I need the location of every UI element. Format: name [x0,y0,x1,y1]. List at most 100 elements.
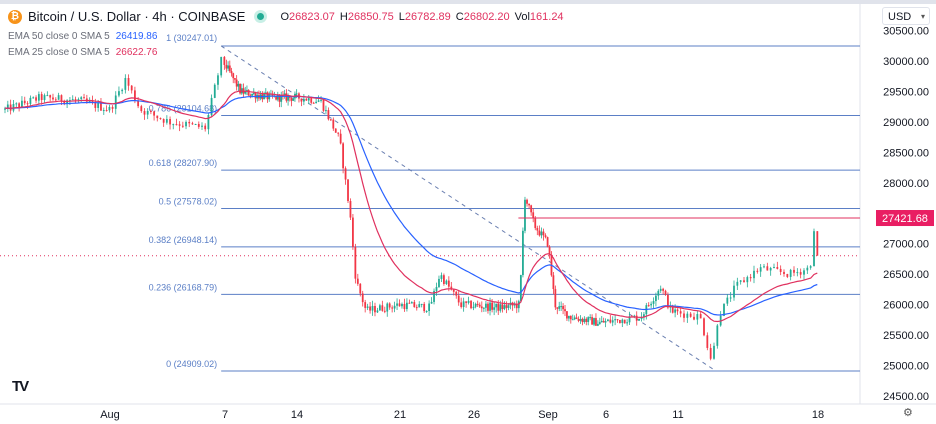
candle-body [438,278,440,287]
candle-body [562,306,564,310]
candle-body [591,317,593,325]
candle-body [495,303,498,308]
candle-body [769,267,772,271]
candle-body [485,303,487,308]
indicator-ema25[interactable]: EMA 25 close 0 SMA 5 26622.76 [8,47,157,58]
candle-body [23,100,26,104]
candle-body [638,318,641,321]
candle-body [626,322,629,324]
candle-body [489,302,491,311]
x-tick-label: 11 [672,409,683,421]
candle-body [60,95,63,102]
candle-body [709,347,712,359]
candle-body [191,123,194,125]
candle-body [532,212,535,218]
ohlc-value: 26850.75 [347,10,394,23]
candle-body [497,303,500,311]
bitcoin-icon: ₿ [8,9,22,24]
candle-body [583,318,586,323]
candle-body [558,306,561,309]
candle-body [401,303,403,307]
candle-body [383,310,386,312]
candle-body [114,95,117,109]
candle-body [577,318,580,321]
currency-label: USD [888,11,912,23]
candle-body [105,110,108,112]
candle-body [329,119,332,121]
candle-body [235,79,238,87]
candle-body [317,100,320,102]
candle-body [596,323,599,326]
candle-body [816,231,819,256]
candle-body [352,217,354,247]
candle-body [359,283,362,294]
ohlc-key: H [339,10,348,23]
candle-body [290,97,293,101]
candle-body [188,121,191,124]
candle-body [491,302,493,310]
candle-body [292,98,295,101]
candle-body [225,64,228,69]
candle-body [443,275,445,284]
candle-body [57,95,60,100]
candle-body [501,304,504,310]
candle-body [571,319,574,321]
indicator-label: EMA 25 close 0 SMA 5 [8,47,110,58]
indicator-ema50[interactable]: EMA 50 close 0 SMA 5 26419.86 [8,31,157,42]
chevron-down-icon: ▾ [920,12,925,21]
candle-body [776,267,779,269]
candle-body [127,78,130,86]
candle-body [320,99,322,101]
candle-body [181,125,184,127]
candle-body [108,106,111,111]
candle-body [652,301,655,304]
candle-body [46,95,49,97]
x-tick-label: 7 [222,409,228,421]
candle-body [130,85,133,91]
candle-body [799,272,802,275]
settings-icon[interactable]: ⚙ [903,406,913,419]
chart-window: 30500.00 30000.00 29500.00 29000.00 28500.00… [0,0,936,424]
ohlc-value: 26802.20 [463,10,510,23]
candle-body [12,104,15,111]
candle-body [252,93,255,95]
currency-select[interactable]: USD ▾ [882,7,930,25]
candle-body [37,94,40,101]
candle-body [693,316,695,320]
tradingview-logo[interactable]: TV [12,378,29,395]
candle-body [803,270,805,275]
candle-body [237,83,240,87]
candle-body [220,56,223,76]
candle-body [763,266,765,268]
candle-body [499,304,502,311]
candle-body [602,320,605,323]
candle-body [522,230,524,276]
y-tick-label: 29000.00 [883,117,929,129]
candle-body [452,289,455,292]
candle-body [589,317,592,319]
candle-body [29,97,32,104]
candle-body [503,305,506,310]
candle-body [447,280,450,287]
candle-body [542,231,545,236]
candle-body [657,290,660,296]
candle-body [223,56,226,65]
candle-body [534,217,537,229]
ohlc-key: C [455,10,464,23]
candle-body [476,303,479,305]
candle-body [52,97,54,100]
candle-body [194,123,197,125]
candle-body [369,306,371,311]
candle-body [662,288,665,291]
candle-body [26,103,29,105]
candle-body [585,318,588,322]
candle-body [766,266,769,271]
fib-level-label: 0.5 (27578.02) [159,196,218,206]
price-chart[interactable]: 30500.00 30000.00 29500.00 29000.00 28500.00… [0,4,936,424]
candle-body [9,104,12,111]
ohlc-value: 26823.07 [289,10,335,23]
ohlc-key: Vol [514,10,530,23]
candle-body [470,300,472,309]
candle-body [77,99,80,101]
candle-body [676,309,679,312]
